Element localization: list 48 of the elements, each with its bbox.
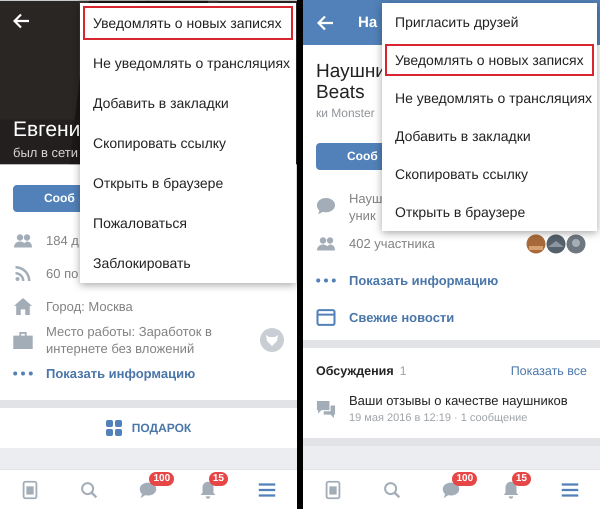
info-link[interactable]: Свежие новости (349, 309, 454, 326)
info-text: 60 по (46, 265, 78, 282)
count-badge: 100 (452, 472, 478, 486)
gift-icon (106, 420, 122, 436)
menu-item[interactable]: Открыть в браузере (382, 193, 597, 231)
menu-item[interactable]: Не уведомлять о трансляциях (382, 79, 597, 117)
menu-item[interactable]: Пригласить друзей (382, 3, 597, 41)
show-all-link[interactable]: Показать все (510, 364, 587, 378)
online-status: был в сети (13, 144, 80, 162)
discussion-meta: 19 мая 2016 в 12:19 · 1 сообщение (349, 411, 528, 426)
info-link[interactable]: Показать информацию (46, 365, 196, 382)
menu-item[interactable]: Уведомлять о новых записях (80, 3, 296, 43)
gift-button[interactable]: ПОДАРОК (106, 416, 192, 440)
menu-item[interactable]: Открыть в браузере (80, 163, 296, 203)
count-badge: 15 (512, 472, 531, 486)
menu-item[interactable]: Не уведомлять о трансляциях (80, 43, 296, 83)
info-text: 402 участника (349, 235, 435, 252)
menu-item[interactable]: Уведомлять о новых записях (382, 41, 597, 79)
back-arrow-icon[interactable] (13, 13, 30, 29)
count-badge: 100 (149, 472, 174, 486)
menu-item[interactable]: Скопировать ссылку (382, 155, 597, 193)
people-icon (13, 232, 33, 249)
top-bar-title: На (358, 14, 378, 31)
window-icon (316, 309, 336, 326)
section-count: 1 (400, 364, 408, 378)
more-icon (316, 278, 336, 283)
chat-bubbles-icon (316, 400, 336, 418)
menu-item[interactable]: Пожаловаться (80, 203, 296, 243)
people-icon (316, 235, 336, 252)
info-link[interactable]: Показать информацию (349, 272, 498, 289)
more-icon (13, 371, 33, 376)
chat-bubble-icon (316, 198, 336, 215)
section-title: Обсуждения (316, 364, 394, 378)
discussion-title[interactable]: Ваши отзывы о качестве наушников (349, 392, 568, 410)
profile-name: Евгени (13, 117, 80, 143)
menu-item[interactable]: Добавить в закладки (382, 117, 597, 155)
menu-item[interactable]: Заблокировать (80, 243, 296, 283)
info-text: Город: Москва (46, 298, 133, 315)
info-text: Науш уник (349, 190, 382, 224)
menu-item[interactable]: Добавить в закладки (80, 83, 296, 123)
community-subtitle: ки Monster (316, 105, 375, 122)
menu-item[interactable]: Скопировать ссылку (80, 123, 296, 163)
info-text: Место работы: Заработок в интернете без вложений (46, 323, 212, 357)
count-badge: 15 (208, 472, 228, 486)
briefcase-icon (13, 332, 33, 348)
rss-icon (13, 265, 33, 282)
info-text: 184 д (46, 232, 79, 249)
house-icon (13, 298, 33, 315)
